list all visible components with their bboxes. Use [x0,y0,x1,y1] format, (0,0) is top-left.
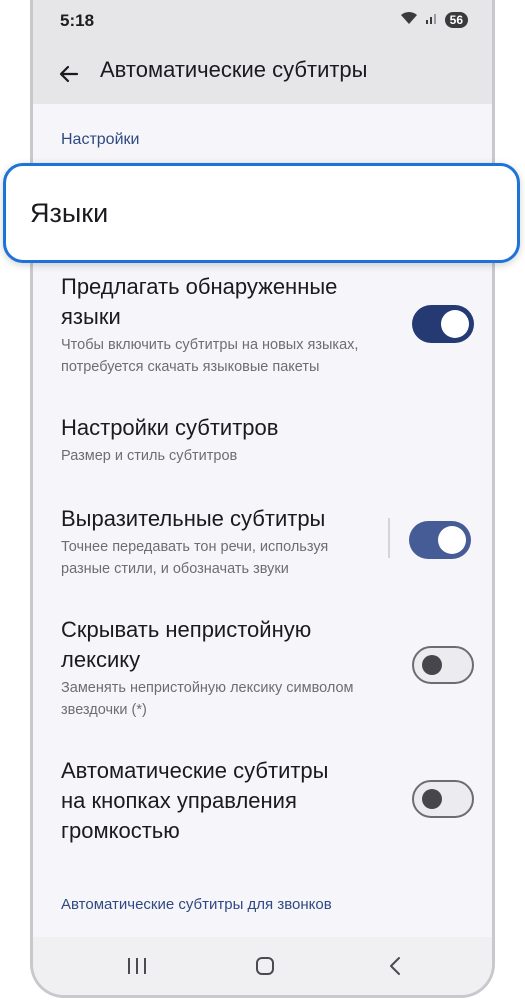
setting-subtitle: Чтобы включить субтитры на новых языках,… [61,334,481,378]
status-time: 5:18 [60,11,95,30]
setting-title: Настройки субтитров [61,415,279,440]
back-icon [390,957,400,975]
setting-title-line: Скрывать непристойную [61,617,312,642]
volume-captions-toggle[interactable] [412,780,474,818]
signal-icon [425,11,439,30]
vertical-divider [388,518,390,558]
phone-screen: 5:18 56 Автоматические субтитры Настройк… [30,0,495,998]
languages-item-highlighted[interactable]: Языки [3,163,520,263]
toggle-knob [438,526,466,554]
home-icon [256,957,274,975]
section-header-settings: Настройки [61,131,140,148]
section-header-calls: Автоматические субтитры для звонков [61,896,332,913]
navigation-bar [33,937,492,995]
setting-title-line: Автоматические субтитры [61,758,329,783]
setting-title-line: громкостью [61,818,180,843]
setting-title-line: Предлагать обнаруженные [61,274,338,299]
arrow-left-icon [59,65,79,83]
wifi-icon [399,10,419,31]
toggle-knob [441,310,469,338]
languages-label: Языки [30,198,109,228]
toggle-knob [422,655,442,675]
setting-caption-preferences[interactable]: Настройки субтитров Размер и стиль субти… [61,413,481,467]
page-title: Автоматические субтитры [100,57,368,82]
status-bar: 5:18 56 [33,0,492,42]
setting-subtitle: Размер и стиль субтитров [61,448,238,464]
toggle-knob [422,789,442,809]
setting-subtitle-line: разные стили, и обозначать звуки [61,561,289,577]
nav-back-button[interactable] [375,951,415,981]
home-button[interactable] [245,951,285,981]
setting-subtitle-line: Заменять непристойную лексику символом [61,680,354,696]
recents-button[interactable] [117,951,157,981]
setting-subtitle-line: звездочки (*) [61,702,147,718]
setting-subtitle-line: потребуется скачать языковые пакеты [61,359,320,375]
app-bar: Автоматические субтитры [33,42,492,104]
back-button[interactable] [51,56,87,92]
suggest-languages-toggle[interactable] [412,305,474,343]
setting-subtitle: Заменять непристойную лексику символом з… [61,677,481,721]
expressive-captions-toggle[interactable] [409,521,471,559]
status-icons: 56 [399,10,468,30]
battery-icon: 56 [444,11,468,29]
battery-level: 56 [444,12,468,28]
recents-icon [128,958,146,974]
hide-profanity-toggle[interactable] [412,646,474,684]
